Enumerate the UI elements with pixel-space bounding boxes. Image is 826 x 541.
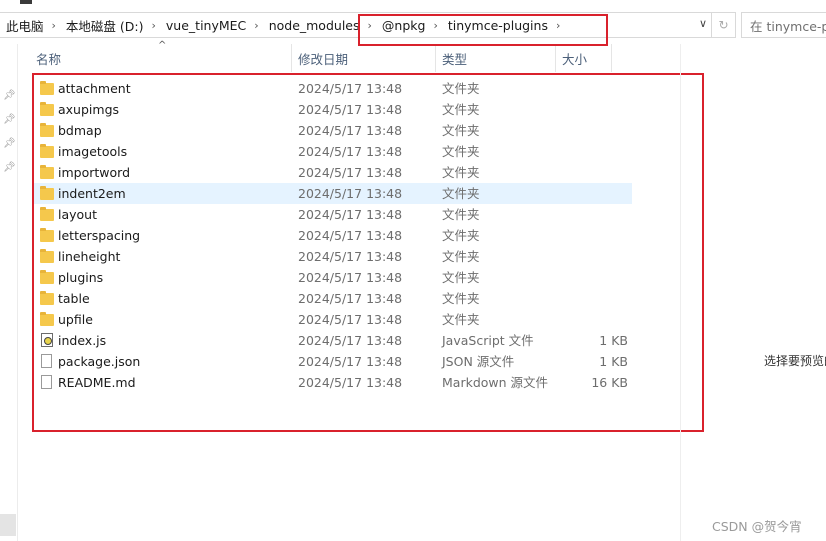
- watermark: CSDN @贺今宵: [712, 519, 802, 534]
- pin-icon: 📌︎: [3, 162, 16, 173]
- column-header-type[interactable]: 类型: [436, 44, 556, 72]
- breadcrumb-label: 此电脑: [6, 18, 44, 34]
- breadcrumb-this-pc[interactable]: 此电脑 ›: [0, 13, 60, 37]
- pin-icon: 📌︎: [3, 138, 16, 149]
- chevron-right-icon[interactable]: ›: [250, 19, 262, 32]
- search-input[interactable]: 在 tinymce-pl: [741, 12, 826, 38]
- chevron-down-icon[interactable]: ∨: [699, 17, 707, 30]
- column-header-label: 类型: [442, 51, 468, 67]
- breadcrumb-label: 本地磁盘 (D:): [65, 18, 144, 34]
- window-top-strip: [0, 0, 826, 6]
- pin-icon: 📌︎: [3, 90, 16, 101]
- column-header-date[interactable]: 修改日期: [292, 44, 436, 72]
- column-header-label: 大小: [562, 51, 588, 67]
- column-header-name[interactable]: 名称: [30, 44, 292, 72]
- navigation-pane[interactable]: 📌︎ 📌︎ 📌︎ 📌︎: [0, 44, 18, 541]
- breadcrumb-label: vue_tinyMEC: [165, 17, 247, 33]
- chevron-right-icon[interactable]: ›: [148, 19, 160, 32]
- highlight-box-breadcrumb: [358, 14, 608, 46]
- chevron-right-icon[interactable]: ›: [48, 19, 60, 32]
- window-top-stub: [20, 0, 32, 4]
- breadcrumb-drive-d[interactable]: 本地磁盘 (D:) ›: [60, 13, 160, 37]
- refresh-icon: ↻: [718, 18, 729, 32]
- column-header-label: 名称: [36, 51, 62, 67]
- preview-message: 选择要预览的: [764, 354, 826, 368]
- column-header-size[interactable]: 大小: [556, 44, 612, 72]
- column-headers: 名称 修改日期 类型 大小: [18, 44, 678, 72]
- column-header-label: 修改日期: [298, 51, 349, 67]
- breadcrumb-vue-tinymec[interactable]: vue_tinyMEC ›: [160, 13, 263, 37]
- pin-icon: 📌︎: [3, 114, 16, 125]
- highlight-box-file-list: [32, 73, 704, 432]
- refresh-button[interactable]: ↻: [712, 12, 736, 38]
- breadcrumb-label: node_modules: [268, 17, 360, 33]
- preview-pane: [680, 44, 826, 541]
- nav-scrollbar[interactable]: [0, 514, 16, 536]
